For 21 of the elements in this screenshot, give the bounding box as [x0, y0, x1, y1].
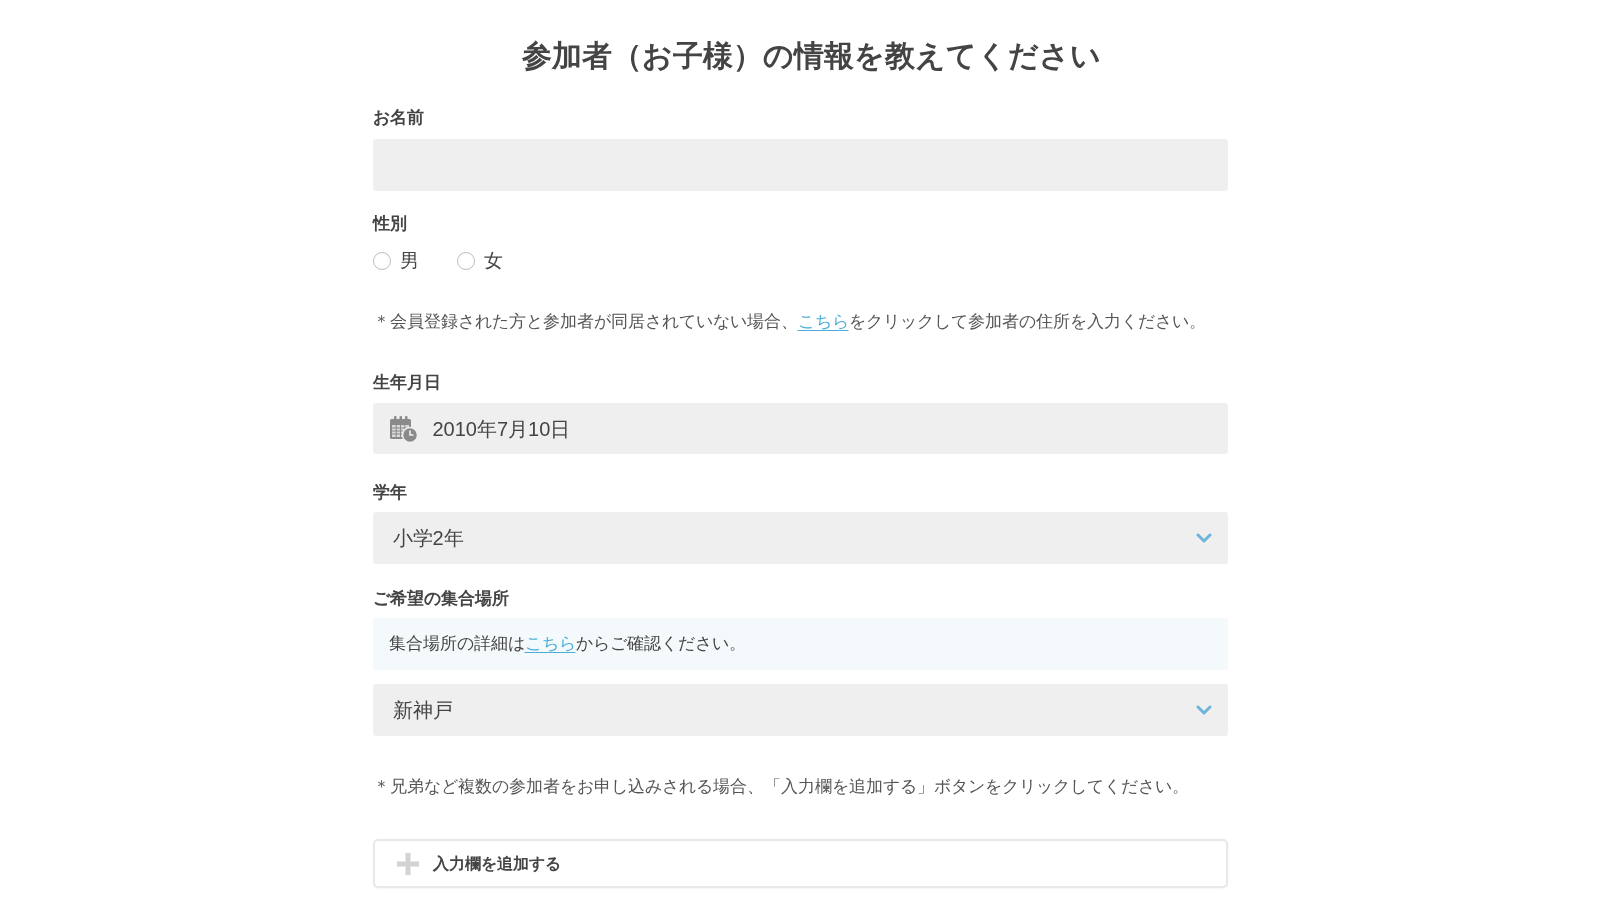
calendar-clock-icon	[388, 414, 418, 443]
dropdown[interactable]: 新神戸	[372, 684, 1228, 736]
field-label: 性別	[372, 213, 408, 235]
info-box: 集合場所の詳細はこちらからご確認ください。	[372, 618, 1228, 670]
notice-text: ＊会員登録された方と参加者が同居されていない場合、こちら をクリックして参加者の住所を入力ください。	[372, 311, 1207, 333]
field-label: ご希望の集合場所	[372, 588, 510, 610]
chevron-down-icon	[1195, 705, 1212, 715]
radio-button[interactable]	[456, 252, 475, 270]
field-label: 学年	[372, 482, 408, 504]
date-field[interactable]: 2010年7月10日	[372, 403, 1228, 454]
radio-label: 男	[399, 249, 419, 273]
page-title: 参加者（お子様）の情報を教えてください	[521, 38, 1101, 74]
dropdown[interactable]: 小学2年	[372, 512, 1228, 564]
field-label: お名前	[372, 107, 425, 129]
chevron-down-icon	[1195, 533, 1212, 543]
notice-text: ＊兄弟など複数の参加者をお申し込みされる場合、「入力欄を追加する」ボタンをクリックしてください。	[372, 776, 1190, 798]
add-field-button[interactable]: 入力欄を追加する	[372, 839, 1228, 888]
field-label: 生年月日	[372, 372, 442, 394]
radio-label: 女	[483, 249, 503, 273]
plus-icon	[396, 852, 419, 875]
radio-button[interactable]	[372, 252, 391, 270]
